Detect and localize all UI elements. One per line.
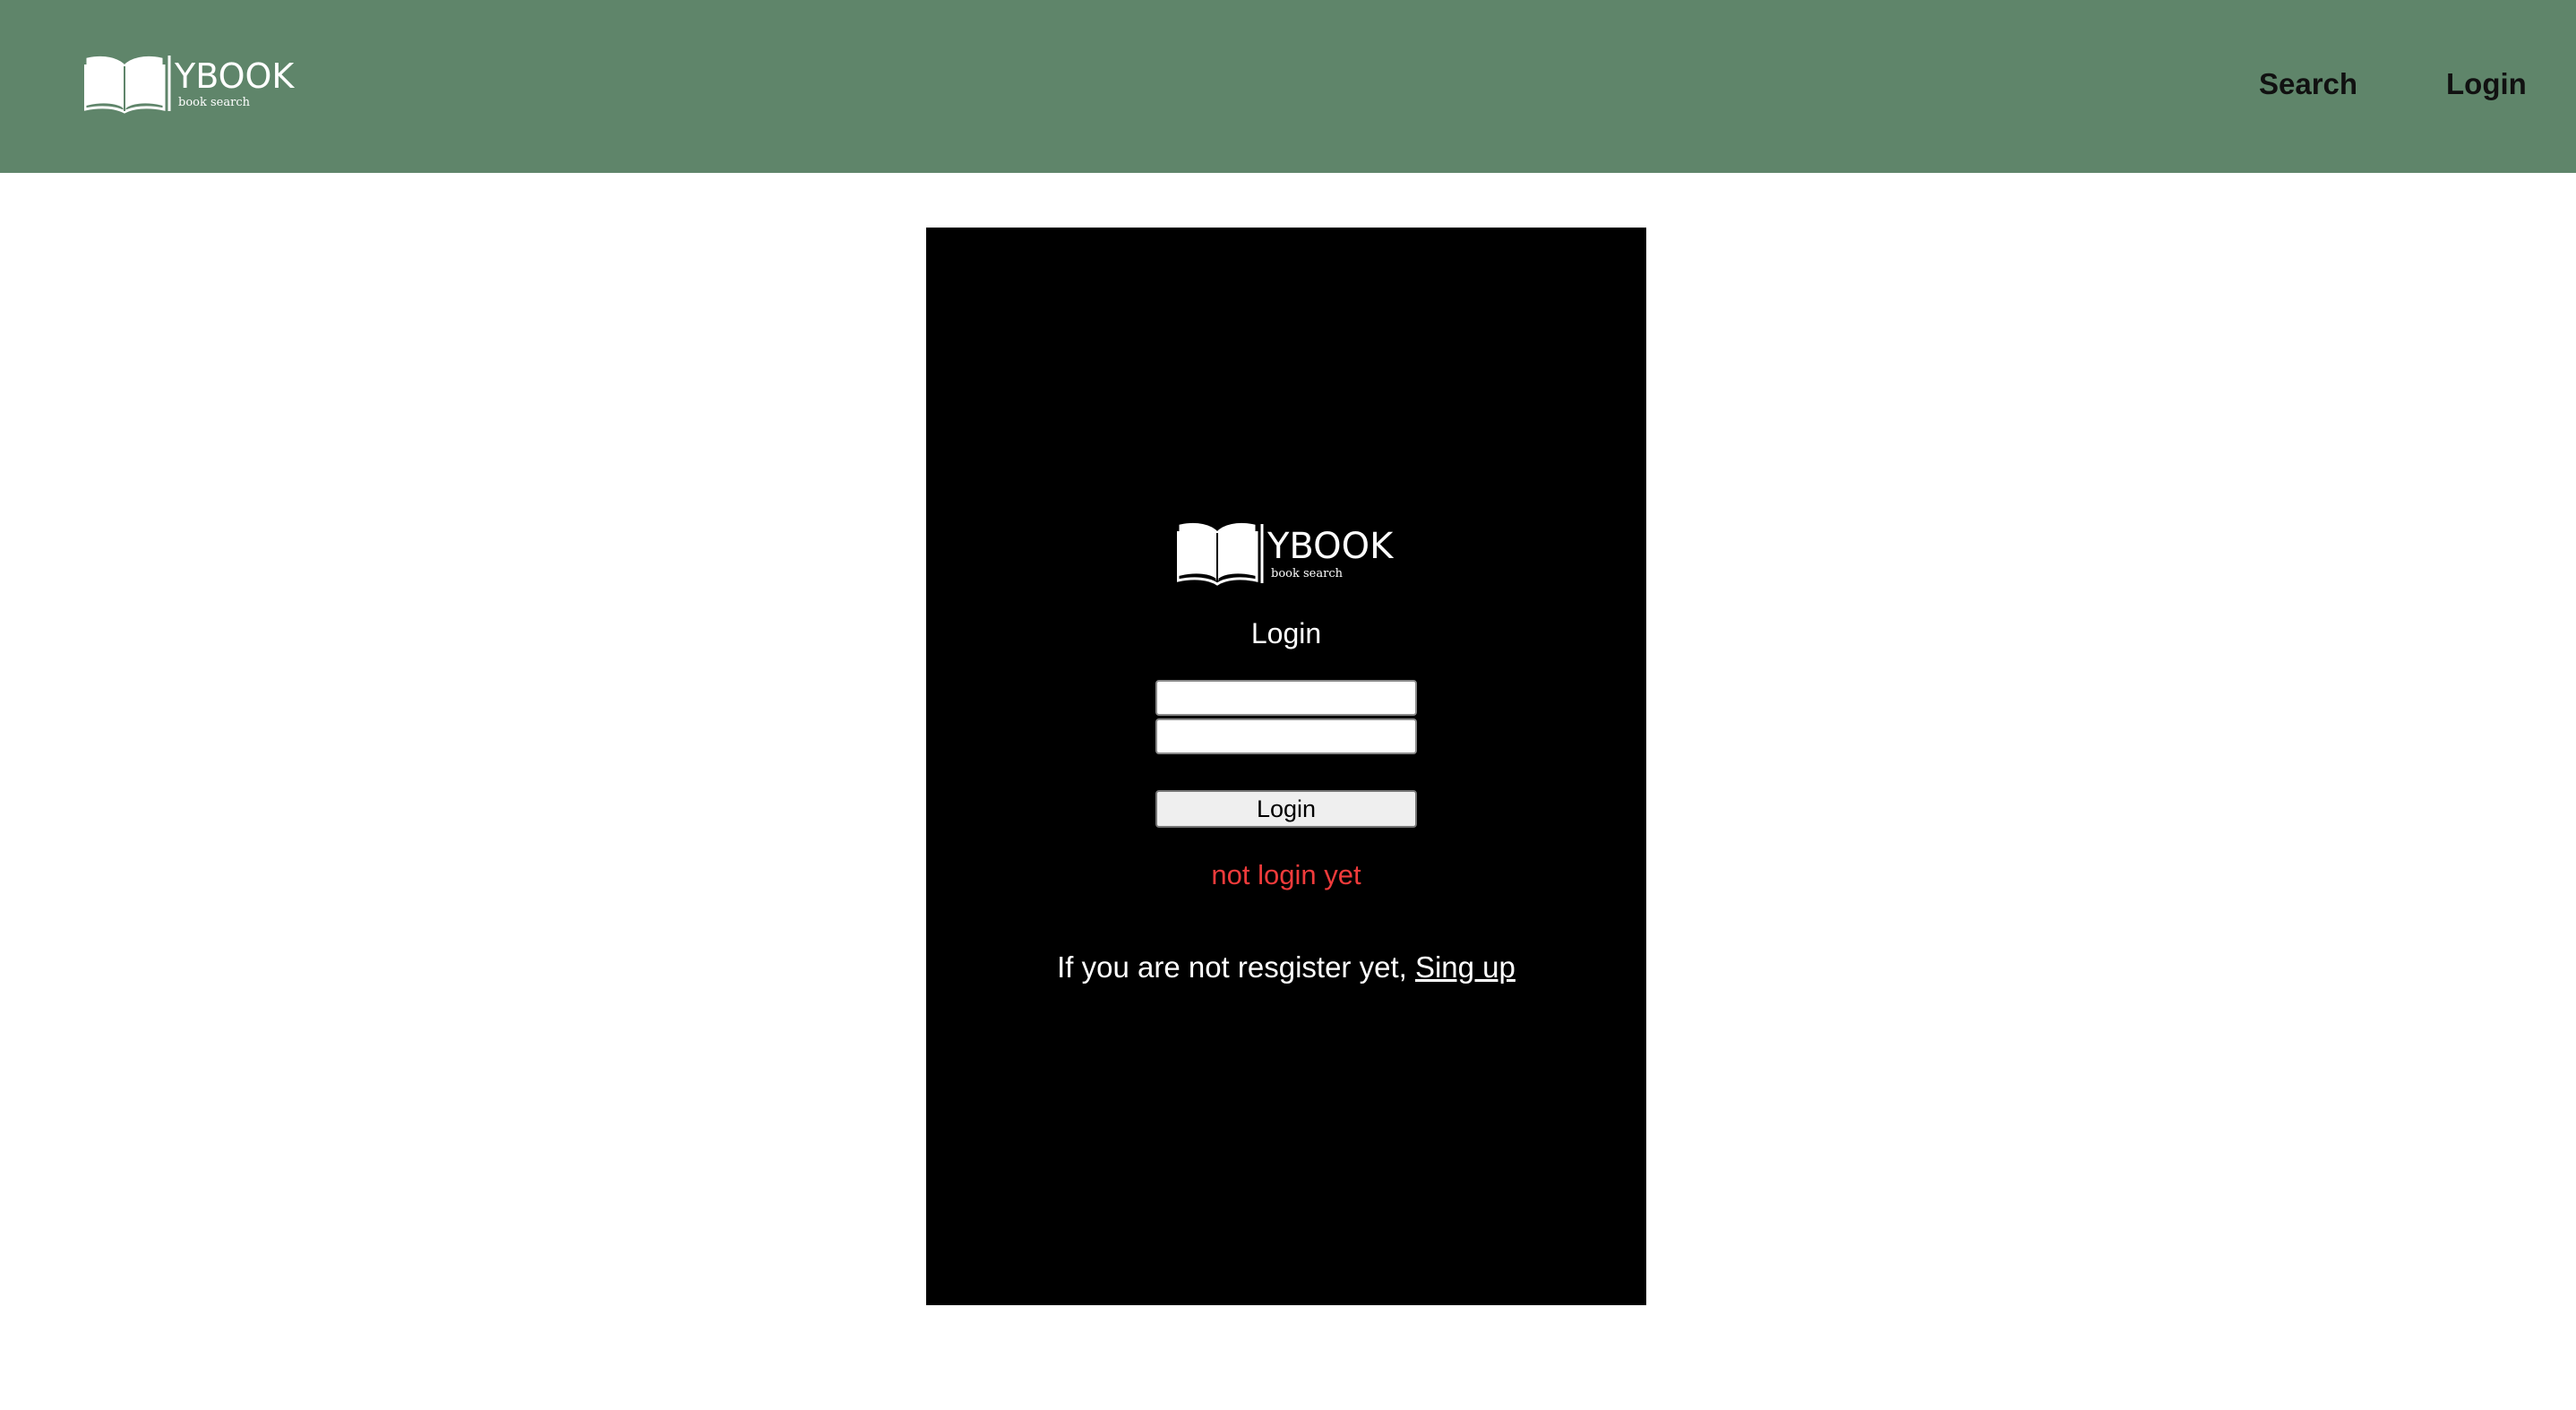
- password-input[interactable]: [1155, 718, 1417, 754]
- login-panel: YBOOK book search Login Login not login …: [926, 228, 1646, 1305]
- open-book-icon: [1177, 522, 1258, 586]
- top-header: YBOOK book search Search Login: [0, 0, 2576, 173]
- login-button[interactable]: Login: [1155, 790, 1417, 828]
- open-book-icon: [84, 56, 166, 114]
- logo-brand-text: YBOOK: [174, 56, 295, 96]
- signup-link[interactable]: Sing up: [1415, 950, 1516, 984]
- username-input[interactable]: [1155, 680, 1417, 716]
- logo-tagline: book search: [178, 96, 251, 109]
- nav-search-link[interactable]: Search: [2259, 66, 2357, 102]
- login-title: Login: [1250, 617, 1322, 649]
- logo-tagline: book search: [1271, 567, 1344, 580]
- logo-brand-text: YBOOK: [1267, 526, 1395, 567]
- panel-logo: YBOOK book search: [1177, 522, 1395, 586]
- signup-prompt-text: If you are not resgister yet,: [1057, 950, 1415, 984]
- signup-prompt: If you are not resgister yet, Sing up: [926, 948, 1646, 987]
- login-status-text: not login yet: [1211, 859, 1361, 890]
- header-logo[interactable]: YBOOK book search: [84, 52, 305, 115]
- nav-login-link[interactable]: Login: [2446, 66, 2527, 102]
